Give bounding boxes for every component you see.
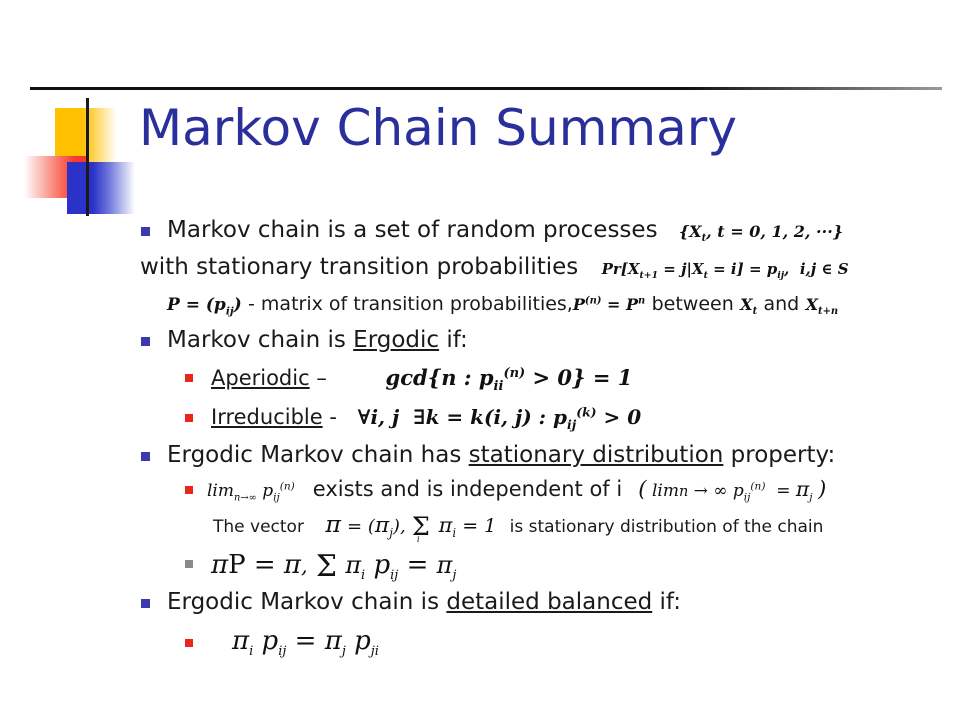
line-8-text: exists and is independent of i (312, 477, 623, 501)
bullet-line-3: P = (pij) - matrix of transition probabi… (0, 286, 960, 322)
bullet-square-icon (185, 374, 193, 382)
bullet-square-icon (185, 414, 193, 422)
bullet-line-5: Aperiodic – gcd{n : pii(n) > 0} = 1 (0, 358, 960, 398)
bullet-line-4: Markov chain is Ergodic if: (0, 322, 960, 358)
line-5-keyword: Aperiodic (211, 366, 310, 390)
bullet-square-icon (185, 560, 193, 568)
decorative-logo (22, 98, 152, 216)
bullet-line-10: πP = π, Σ πi pij = πj (0, 546, 960, 584)
line-11-text-before: Ergodic Markov chain is (167, 589, 447, 615)
line-6-text-after: - (322, 405, 337, 429)
bullet-square-icon (185, 486, 193, 494)
line-5-formula: gcd{n : pii(n) > 0} = 1 (385, 365, 633, 395)
line-2-text: with stationary transition probabilities (140, 254, 579, 280)
bullet-square-icon (141, 337, 150, 346)
line-5-text-after: – (309, 366, 327, 390)
bullet-square-icon (185, 639, 193, 647)
bullet-line-11: Ergodic Markov chain is detailed balance… (0, 584, 960, 621)
line-3-text: - matrix of transition probabilities, (248, 293, 573, 315)
line-6-keyword: Irreducible (211, 405, 323, 429)
bullet-line-2: with stationary transition probabilities… (0, 250, 960, 286)
line-1-formula: {Xt, t = 0, 1, 2, ···} (678, 222, 844, 245)
line-3-formula-lead: P = (pij) (167, 295, 242, 318)
bullet-line-12: πi pij = πj pji (0, 621, 960, 662)
line-4-text-after: if: (439, 327, 468, 353)
title-horizontal-rule (30, 87, 942, 90)
line-7-keyword: stationary distribution (468, 442, 724, 468)
line-3-formula-b: Xt+n (805, 295, 839, 318)
line-3-text3: and (763, 293, 800, 315)
line-4-keyword: Ergodic (353, 327, 440, 353)
bullet-line-1: Markov chain is a set of random processe… (0, 212, 960, 250)
line-7-text-after: property: (723, 442, 836, 468)
slide-body: Markov chain is a set of random processe… (0, 212, 960, 662)
slide-title: Markov Chain Summary (139, 99, 737, 157)
bullet-line-9: The vector π = (πj), Σi πi = 1 is statio… (0, 509, 960, 546)
line-9-text-before: The vector (213, 517, 304, 537)
line-11-text-after: if: (652, 589, 681, 615)
line-3-formula-mid: P(n) = Pn (572, 295, 646, 314)
line-7-text-before: Ergodic Markov chain has (167, 442, 469, 468)
line-3-formula-a: Xt (740, 295, 758, 318)
line-9-text-after: is stationary distribution of the chain (509, 517, 824, 537)
bullet-square-icon (141, 452, 150, 461)
bullet-square-icon (141, 227, 150, 236)
line-2-formula: Pr[Xt+1 = j|Xt = i] = pij, i,j ∈ S (601, 260, 849, 281)
line-4-text-before: Markov chain is (167, 327, 354, 353)
line-12-formula: πi pij = πj pji (232, 626, 379, 660)
bullet-square-icon (141, 599, 150, 608)
logo-blue-square (67, 162, 135, 214)
bullet-line-8: limn→∞ pij(n) exists and is independent … (0, 473, 960, 509)
line-6-formula: ∀i, j ∃k = k(i, j) : pij(k) > 0 (357, 404, 642, 432)
logo-vertical-rule (86, 98, 89, 216)
line-10-formula: πP = π, Σ πi pij = πj (211, 549, 457, 584)
bullet-line-7: Ergodic Markov chain has stationary dist… (0, 437, 960, 473)
line-11-keyword: detailed balanced (446, 589, 653, 615)
line-1-text: Markov chain is a set of random processe… (167, 217, 658, 243)
bullet-line-6: Irreducible - ∀i, j ∃k = k(i, j) : pij(k… (0, 398, 960, 437)
line-9-formula: π = (πj), Σi πi = 1 (325, 510, 497, 545)
line-8-formula-lead: limn→∞ pij(n) (207, 480, 295, 504)
line-8-formula-paren: ( limn → ∞ pij(n) = πj ) (638, 477, 827, 504)
line-3-text2: between (651, 293, 734, 315)
